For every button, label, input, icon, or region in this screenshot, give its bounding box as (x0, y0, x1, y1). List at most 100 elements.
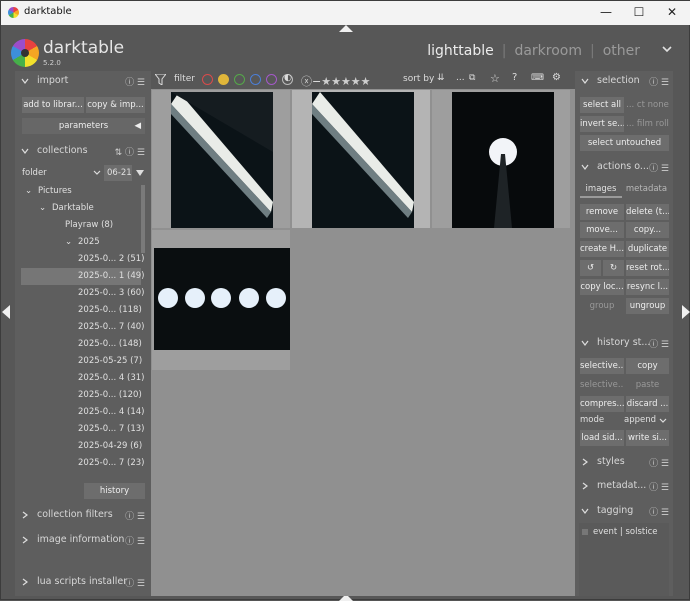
tagging-header[interactable]: tagging ⓘ ☰ (581, 503, 673, 521)
paste-button[interactable]: paste (626, 377, 669, 393)
close-button[interactable]: ✕ (655, 1, 689, 25)
tag-checkbox[interactable] (582, 529, 588, 535)
keyboard-icon[interactable]: ⌨ (531, 73, 544, 83)
collapse-left-panel-icon[interactable] (2, 305, 10, 319)
copy-button[interactable]: copy... (626, 222, 669, 238)
move-button[interactable]: move... (580, 222, 624, 238)
color-label-circle[interactable] (250, 74, 261, 85)
gear-icon[interactable]: ⚙ (552, 72, 561, 83)
star-icon[interactable]: ☆ (490, 72, 500, 85)
import-module-header[interactable]: import ⓘ ☰ (21, 73, 149, 91)
tree-item[interactable]: ⌄ 2025 (21, 234, 141, 251)
tree-item[interactable]: 2025-0... 7 (23) (21, 455, 144, 472)
module-icons[interactable]: ⓘ ☰ (649, 480, 669, 493)
select-none-button[interactable]: ... ct none (626, 97, 669, 113)
view-darkroom[interactable]: darkroom (514, 43, 582, 59)
tree-item[interactable]: ⌄ Darktable (21, 200, 141, 217)
copy-history-button[interactable]: copy (626, 358, 669, 374)
select-untouched-button[interactable]: select untouched (580, 135, 669, 151)
actions-module-header[interactable]: actions o... ⓘ ☰ (581, 159, 673, 177)
tag-item[interactable]: event | solstice (593, 527, 658, 537)
minimize-button[interactable]: — (589, 1, 623, 25)
lighttable-area[interactable] (151, 89, 575, 596)
parameters-button[interactable]: parameters ◀ (22, 118, 145, 134)
tab-images[interactable]: images (580, 181, 622, 198)
collapse-top-panel-icon[interactable] (339, 25, 353, 32)
copy-locally-button[interactable]: copy loc... (580, 279, 624, 295)
collection-filters-header[interactable]: collection filters ⓘ ☰ (21, 507, 149, 525)
tree-scrollbar[interactable] (141, 185, 145, 253)
select-all-button[interactable]: select all (580, 97, 624, 113)
rotate-left-button[interactable]: ↺ (580, 260, 601, 276)
tree-item[interactable]: 2025-0... 4 (31) (21, 370, 144, 387)
metadata-header[interactable]: metadat... ⓘ ☰ (581, 478, 673, 496)
selective-copy-button[interactable]: selective... (580, 358, 624, 374)
remove-button[interactable]: remove (580, 204, 624, 220)
collections-tree[interactable]: ⌄ Pictures ⌄ Darktable Playraw (8) ⌄ 2025 2025-… (21, 183, 144, 475)
selective-paste-button[interactable]: selective... (580, 377, 624, 393)
chevron-down-icon[interactable] (662, 46, 672, 53)
module-icons[interactable]: ⓘ ☰ (649, 456, 669, 469)
expand-arrow-icon[interactable]: ⌄ (25, 183, 32, 200)
title-bar[interactable]: darktable — ☐ ✕ (1, 1, 690, 25)
help-icon[interactable]: ? (512, 72, 517, 83)
tree-item[interactable]: 2025-0... (120) (21, 387, 142, 404)
select-film-roll-button[interactable]: ... film roll (626, 116, 669, 132)
tree-item[interactable]: 2025-0... 7 (13) (21, 421, 144, 438)
thumbnail-cell-selected[interactable] (292, 90, 430, 228)
color-label-circle[interactable] (202, 74, 213, 85)
color-label-circle[interactable] (218, 74, 229, 85)
reset-rotation-button[interactable]: reset rot... (626, 260, 669, 276)
module-icons[interactable]: ⇅ ⓘ ☰ (115, 145, 145, 158)
module-icons[interactable]: ⓘ ☰ (649, 337, 669, 350)
tab-metadata[interactable]: metadata (624, 181, 669, 198)
group-button[interactable]: group (580, 298, 624, 314)
history-button[interactable]: history (84, 483, 145, 499)
copy-and-import-button[interactable]: copy & imp... (86, 97, 145, 113)
tree-item[interactable]: 2025-0... 2 (51) (21, 251, 144, 268)
thumbnail-cell[interactable] (152, 90, 290, 228)
thumbnail-cell[interactable] (152, 230, 290, 370)
tree-item[interactable]: 2025-0... (118) (21, 302, 142, 319)
history-stack-header[interactable]: history st... ⓘ ☰ (581, 335, 673, 353)
sort-order-icon[interactable]: ⇊ (437, 73, 445, 83)
mode-select[interactable]: append (624, 413, 669, 428)
thumbnail-cell[interactable] (432, 90, 570, 228)
module-icons[interactable]: ⓘ ☰ (649, 161, 669, 174)
module-icons[interactable]: ⓘ ☰ (649, 75, 669, 88)
view-other[interactable]: other (603, 43, 640, 59)
tree-item[interactable]: 2025-0... 4 (14) (21, 404, 144, 421)
sort-more[interactable]: ... (456, 73, 465, 83)
collection-property-select[interactable]: folder (21, 165, 101, 181)
expand-arrow-icon[interactable]: ⌄ (65, 234, 72, 251)
duplicate-button[interactable]: duplicate (626, 241, 669, 257)
overlay-icon[interactable]: ⧉ (469, 73, 475, 83)
styles-header[interactable]: styles ⓘ ☰ (581, 454, 673, 472)
rotate-right-button[interactable]: ↻ (603, 260, 624, 276)
add-to-library-button[interactable]: add to librar... (22, 97, 84, 113)
module-icons[interactable]: ⓘ ☰ (649, 505, 669, 518)
tree-item[interactable]: Playraw (8) (21, 217, 141, 234)
create-hdr-button[interactable]: create H... (580, 241, 624, 257)
maximize-button[interactable]: ☐ (622, 1, 656, 25)
filter-dropdown-icon[interactable] (136, 169, 144, 177)
expand-arrow-icon[interactable]: ⌄ (39, 200, 46, 217)
collections-module-header[interactable]: collections ⇅ ⓘ ☰ (21, 143, 149, 161)
view-lighttable[interactable]: lighttable (427, 43, 494, 59)
module-icons[interactable]: ⓘ ☰ (125, 576, 145, 589)
selection-module-header[interactable]: selection ⓘ ☰ (581, 73, 673, 91)
attached-tags-list[interactable]: event | solstice (579, 523, 669, 596)
tree-item[interactable]: 2025-0... 7 (40) (21, 319, 144, 336)
tree-item[interactable]: 2025-0... 1 (49) (21, 268, 144, 285)
grouping-icon[interactable]: ◐ (284, 73, 292, 83)
color-label-circle[interactable] (234, 74, 245, 85)
load-sidecar-button[interactable]: load sid... (580, 430, 624, 446)
delete-button[interactable]: delete (t... (626, 204, 669, 220)
rating-filter[interactable]: ⓧ−★★★★★ (301, 73, 371, 89)
lua-scripts-header[interactable]: lua scripts installer ⓘ ☰ (21, 574, 149, 592)
write-sidecar-button[interactable]: write si... (626, 430, 669, 446)
collection-filter-input[interactable]: 06-21 (104, 165, 132, 181)
image-information-header[interactable]: image information ⓘ ☰ (21, 532, 149, 550)
invert-selection-button[interactable]: invert se... (580, 116, 624, 132)
color-label-circle[interactable] (266, 74, 277, 85)
